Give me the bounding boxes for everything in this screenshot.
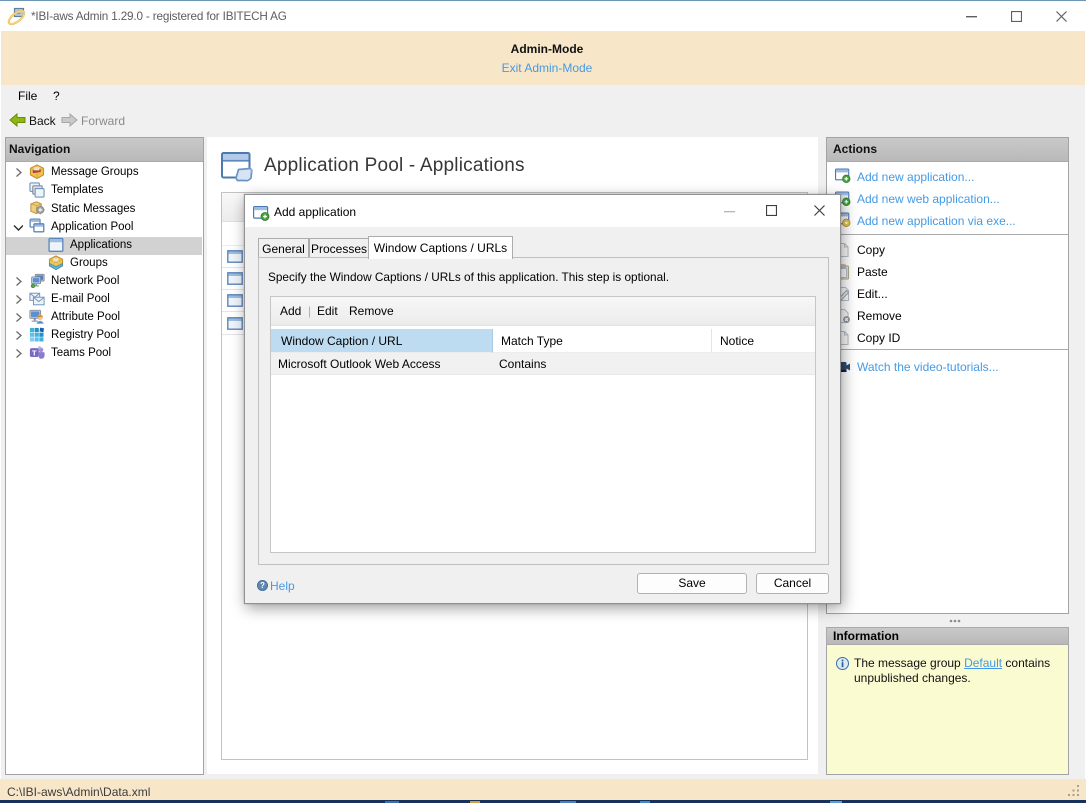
svg-text:?: ? — [260, 581, 265, 590]
